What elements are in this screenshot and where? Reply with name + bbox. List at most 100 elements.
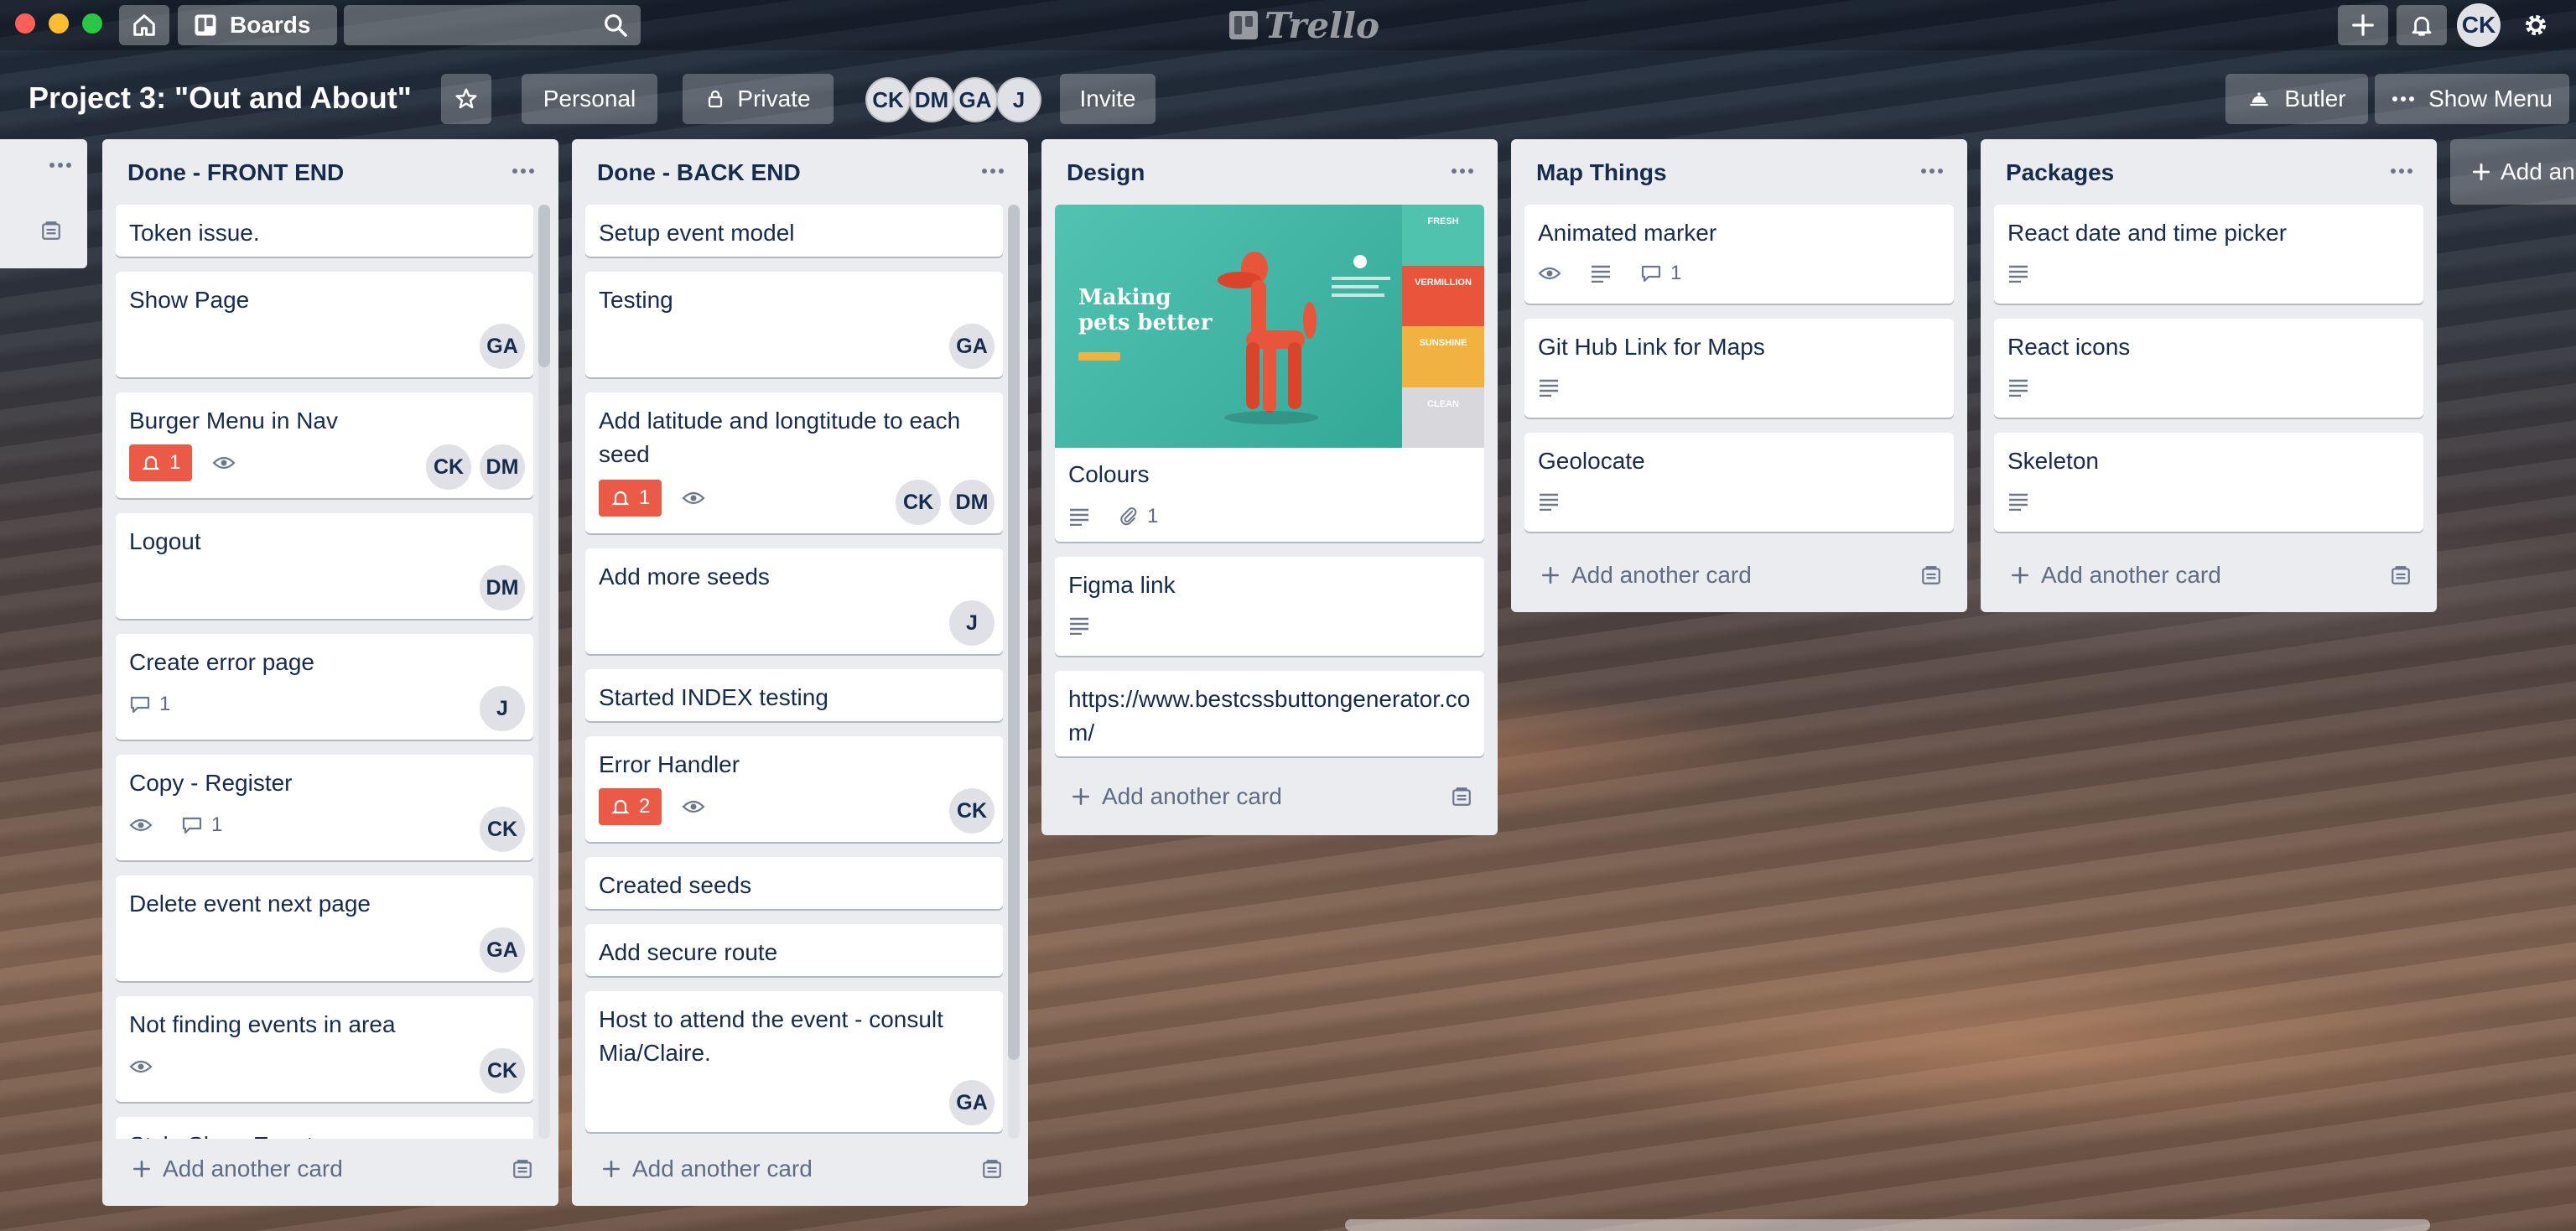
user-avatar[interactable]: CK [2457, 3, 2501, 47]
member-avatar[interactable]: GA [949, 324, 995, 369]
card[interactable]: Token issue. [116, 205, 533, 257]
card-badges: 2 [599, 788, 734, 825]
card-template-icon[interactable] [2390, 564, 2412, 586]
card[interactable]: Show Page GA [116, 272, 533, 377]
board-horizontal-scrollbar[interactable] [1345, 1219, 2430, 1231]
card[interactable]: Delete event next page GA [116, 875, 533, 981]
card[interactable]: Error Handler 2 CK [585, 736, 1003, 842]
list-scrollbar[interactable] [1008, 205, 1020, 1139]
create-button[interactable] [2338, 5, 2388, 45]
show-menu-button[interactable]: Show Menu [2375, 74, 2569, 124]
star-board-button[interactable] [441, 74, 491, 124]
window-minimize-button[interactable] [49, 13, 69, 34]
member-avatar[interactable]: CK [896, 480, 941, 525]
card[interactable]: Animated marker 1 [1524, 205, 1954, 304]
comments-count: 1 [159, 693, 171, 715]
member-avatar[interactable]: J [480, 686, 525, 731]
butler-button[interactable]: Butler [2225, 74, 2368, 124]
member-avatar[interactable]: DM [480, 444, 525, 490]
home-button[interactable] [119, 5, 169, 45]
list-title[interactable]: Packages [2006, 159, 2114, 186]
card-template-button[interactable] [40, 220, 62, 242]
add-list-button[interactable]: Add another list [2450, 139, 2576, 205]
member-avatar[interactable]: CK [865, 77, 911, 122]
member-avatar[interactable]: GA [949, 1080, 995, 1125]
list-menu-button[interactable] [506, 154, 540, 188]
member-avatar[interactable]: CK [480, 807, 525, 852]
trello-logo[interactable]: Trello [1229, 5, 1379, 46]
member-avatar[interactable]: GA [480, 927, 525, 973]
member-avatar[interactable]: J [949, 600, 995, 646]
card[interactable]: Host to attend the event - consult Mia/C… [585, 991, 1003, 1132]
due-date-badge[interactable]: 1 [129, 444, 193, 481]
member-avatar[interactable]: J [996, 77, 1041, 122]
card[interactable]: Testing GA [585, 272, 1003, 377]
member-avatar[interactable]: DM [909, 77, 954, 122]
eye-icon [129, 817, 153, 834]
add-card-button[interactable]: Add another card [1055, 773, 1484, 820]
boards-button[interactable]: Boards [178, 5, 337, 45]
card[interactable]: Style Show Event page [116, 1117, 533, 1139]
window-close-button[interactable] [15, 13, 35, 34]
add-card-label: Add another card [1571, 562, 1752, 588]
list-menu-button[interactable] [1446, 154, 1479, 188]
card[interactable]: Create error page 1 J [116, 634, 533, 740]
card[interactable]: Add more seeds J [585, 548, 1003, 654]
card[interactable]: Burger Menu in Nav 1 CK DM [116, 392, 533, 498]
notifications-button[interactable] [2397, 5, 2447, 45]
card[interactable]: React icons [1994, 319, 2423, 418]
card[interactable]: Setup event model [585, 205, 1003, 257]
card[interactable]: Figma link [1055, 557, 1484, 656]
invite-button[interactable]: Invite [1060, 74, 1156, 124]
card[interactable]: Geolocate [1524, 433, 1954, 532]
card[interactable]: React date and time picker [1994, 205, 2423, 304]
settings-button[interactable] [2511, 5, 2561, 45]
member-avatar[interactable]: DM [949, 480, 995, 525]
list-title[interactable]: Map Things [1536, 159, 1667, 186]
add-card-button[interactable]: Add another card [116, 1145, 545, 1192]
member-avatar[interactable]: CK [426, 444, 471, 490]
card[interactable]: Making pets better FRESH VERMILLION SUNS… [1055, 205, 1484, 542]
card[interactable]: https://www.bestcssbuttongenerator.com/ [1055, 671, 1484, 756]
card[interactable]: Add latitude and longtitude to each seed… [585, 392, 1003, 533]
due-date-badge[interactable]: 2 [599, 788, 662, 825]
list-scrollbar[interactable] [538, 205, 550, 1139]
window-zoom-button[interactable] [82, 13, 102, 34]
list-menu-button[interactable] [976, 154, 1010, 188]
search-input[interactable] [344, 5, 641, 45]
card[interactable]: Copy - Register 1 CK [116, 755, 533, 860]
list-menu-button[interactable] [2385, 154, 2418, 188]
list-title[interactable]: Done - BACK END [597, 159, 801, 186]
board-title[interactable]: Project 3: "Out and About" [29, 81, 412, 116]
comments-count: 1 [211, 813, 223, 836]
card[interactable]: Started INDEX testing [585, 669, 1003, 721]
list-menu-button[interactable] [49, 161, 72, 169]
personal-button[interactable]: Personal [522, 74, 657, 124]
list-scrollbar-thumb[interactable] [1008, 205, 1020, 1060]
collapsed-list[interactable] [0, 139, 87, 268]
card-template-icon[interactable] [512, 1158, 533, 1180]
card-template-icon[interactable] [1451, 786, 1472, 808]
card[interactable]: Skeleton [1994, 433, 2423, 532]
add-card-button[interactable]: Add another card [1994, 552, 2423, 599]
card[interactable]: Add secure route [585, 924, 1003, 976]
card-template-icon[interactable] [981, 1158, 1003, 1180]
visibility-button[interactable]: Private [683, 74, 834, 124]
member-avatar[interactable]: CK [949, 788, 995, 834]
member-avatar[interactable]: GA [480, 324, 525, 369]
member-avatar[interactable]: CK [480, 1048, 525, 1093]
list-title[interactable]: Done - FRONT END [127, 159, 344, 186]
card[interactable]: Git Hub Link for Maps [1524, 319, 1954, 418]
add-card-button[interactable]: Add another card [585, 1145, 1015, 1192]
member-avatar[interactable]: GA [953, 77, 998, 122]
card[interactable]: Created seeds [585, 857, 1003, 909]
card-template-icon[interactable] [1920, 564, 1942, 586]
card[interactable]: Not finding events in area CK [116, 996, 533, 1102]
list-title[interactable]: Design [1067, 159, 1145, 186]
list-menu-button[interactable] [1915, 154, 1949, 188]
add-card-button[interactable]: Add another card [1524, 552, 1954, 599]
due-date-badge[interactable]: 1 [599, 480, 662, 517]
list-scrollbar-thumb[interactable] [538, 205, 550, 367]
card[interactable]: Logout DM [116, 513, 533, 619]
member-avatar[interactable]: DM [480, 565, 525, 610]
